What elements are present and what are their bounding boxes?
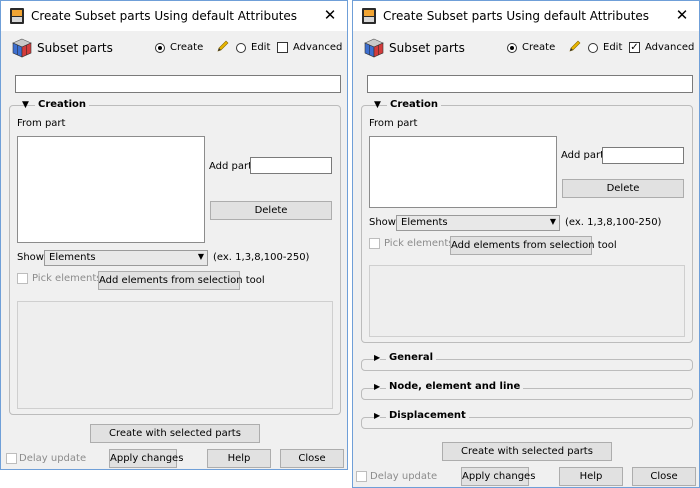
help-button[interactable]: Help — [559, 467, 623, 486]
show-label: Show — [17, 252, 44, 263]
add-part-input[interactable] — [250, 157, 332, 174]
show-select[interactable]: Elements ▼ — [396, 215, 560, 231]
create-radio[interactable] — [507, 43, 517, 53]
show-select[interactable]: Elements ▼ — [44, 250, 208, 266]
from-part-list[interactable] — [17, 136, 205, 243]
pencil-icon — [217, 40, 229, 52]
show-label: Show — [369, 217, 396, 228]
from-part-label: From part — [369, 118, 418, 129]
part-name-input[interactable] — [367, 75, 693, 93]
node-element-line-label: Node, element and line — [386, 381, 524, 392]
right-dialog: Create Subset parts Using default Attrib… — [352, 0, 700, 488]
edit-label: Edit — [251, 42, 271, 53]
close-button[interactable]: Close — [632, 467, 696, 486]
delay-update-checkbox[interactable] — [356, 471, 367, 482]
chevron-down-icon: ▼ — [549, 217, 556, 226]
edit-radio[interactable] — [236, 43, 246, 53]
pencil-icon — [569, 40, 581, 52]
left-titlebar[interactable]: Create Subset parts Using default Attrib… — [1, 1, 347, 31]
node-element-line-section[interactable]: ▶ Node, element and line — [361, 381, 693, 400]
chevron-down-icon: ▼ — [197, 252, 204, 261]
delay-update-label: Delay update — [370, 471, 438, 482]
selection-panel — [17, 301, 333, 409]
right-titlebar[interactable]: Create Subset parts Using default Attrib… — [353, 1, 699, 31]
advanced-checkbox[interactable] — [277, 42, 288, 53]
left-dialog: Create Subset parts Using default Attrib… — [0, 0, 348, 470]
close-button[interactable]: Close — [280, 449, 344, 468]
delete-button[interactable]: Delete — [562, 179, 684, 198]
triangle-right-icon: ▶ — [374, 382, 381, 391]
general-label: General — [386, 352, 436, 363]
window-title: Create Subset parts Using default Attrib… — [31, 9, 298, 23]
triangle-down-icon[interactable]: ▼ — [22, 100, 29, 110]
from-part-list[interactable] — [369, 136, 557, 208]
displacement-section[interactable]: ▶ Displacement — [361, 410, 693, 429]
add-part-label: Add part — [561, 150, 605, 161]
header-title: Subset parts — [389, 41, 465, 55]
app-logo-icon — [362, 8, 376, 24]
create-radio[interactable] — [155, 43, 165, 53]
creation-label: Creation — [387, 99, 441, 110]
pick-elements-label: Pick elements — [32, 273, 102, 284]
create-label: Create — [522, 42, 556, 53]
delay-update-checkbox[interactable] — [6, 453, 17, 464]
add-from-selection-button[interactable]: Add elements from selection tool — [98, 271, 265, 290]
triangle-right-icon: ▶ — [374, 353, 381, 362]
create-with-selected-button[interactable]: Create with selected parts — [442, 442, 612, 461]
apply-changes-button[interactable]: Apply changes — [461, 467, 535, 486]
help-button[interactable]: Help — [207, 449, 271, 468]
example-hint: (ex. 1,3,8,100-250) — [565, 217, 662, 228]
show-select-value: Elements — [49, 252, 96, 263]
displacement-label: Displacement — [386, 410, 469, 421]
add-part-label: Add part — [209, 161, 253, 172]
general-section[interactable]: ▶ General — [361, 352, 693, 371]
edit-label: Edit — [603, 42, 623, 53]
from-part-label: From part — [17, 118, 66, 129]
add-from-selection-button[interactable]: Add elements from selection tool — [450, 236, 617, 255]
pick-elements-checkbox[interactable] — [369, 238, 380, 249]
triangle-down-icon[interactable]: ▼ — [374, 100, 381, 110]
triangle-right-icon: ▶ — [374, 411, 381, 420]
advanced-label: Advanced — [293, 42, 343, 53]
close-icon[interactable]: ✕ — [321, 4, 339, 26]
app-logo-icon — [10, 8, 24, 24]
pick-elements-label: Pick elements — [384, 238, 454, 249]
advanced-label: Advanced — [645, 42, 695, 53]
header-title: Subset parts — [37, 41, 113, 55]
show-select-value: Elements — [401, 217, 448, 228]
window-title: Create Subset parts Using default Attrib… — [383, 9, 650, 23]
create-with-selected-button[interactable]: Create with selected parts — [90, 424, 260, 443]
create-label: Create — [170, 42, 204, 53]
delay-update-label: Delay update — [19, 453, 87, 464]
cube-icon — [12, 38, 32, 58]
part-name-input[interactable] — [15, 75, 341, 93]
advanced-checkbox[interactable]: ✓ — [629, 42, 640, 53]
creation-label: Creation — [35, 99, 89, 110]
apply-changes-button[interactable]: Apply changes — [109, 449, 183, 468]
delete-button[interactable]: Delete — [210, 201, 332, 220]
edit-radio[interactable] — [588, 43, 598, 53]
selection-panel — [369, 265, 685, 337]
close-icon[interactable]: ✕ — [673, 4, 691, 26]
example-hint: (ex. 1,3,8,100-250) — [213, 252, 310, 263]
pick-elements-checkbox[interactable] — [17, 273, 28, 284]
add-part-input[interactable] — [602, 147, 684, 164]
cube-icon — [364, 38, 384, 58]
